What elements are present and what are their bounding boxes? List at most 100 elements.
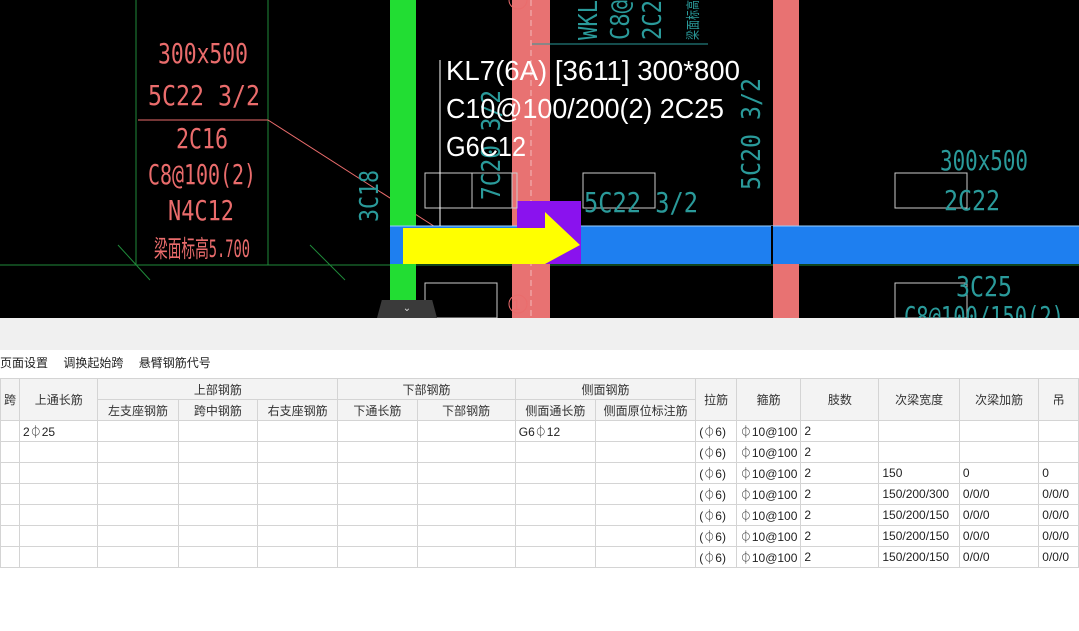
secondary-add-cell[interactable]: 0/0/0	[958, 525, 1040, 547]
hanger-cell[interactable]	[1038, 420, 1079, 442]
right-support-cell[interactable]	[257, 483, 339, 505]
left-support-cell[interactable]	[97, 441, 179, 463]
mid-span-cell[interactable]	[177, 420, 259, 442]
top-long-cell[interactable]	[19, 504, 99, 526]
stirrup-cell[interactable]: ⏀10@100	[735, 441, 802, 463]
left-support-cell[interactable]	[97, 546, 179, 568]
table-row[interactable]: (⏀6) ⏀10@100 2	[0, 441, 1079, 463]
top-long-cell[interactable]	[19, 483, 99, 505]
right-support-cell[interactable]	[257, 420, 339, 442]
table-row[interactable]: (⏀6) ⏀10@100 2 150/200/150 0/0/0 0/0/0	[0, 525, 1079, 547]
left-support-cell[interactable]	[97, 420, 179, 442]
right-support-cell[interactable]	[257, 441, 339, 463]
side-orig-cell[interactable]	[594, 483, 697, 505]
col-header-mid-span[interactable]: 跨中钢筋	[177, 399, 259, 421]
secondary-width-cell[interactable]: 150/200/150	[878, 504, 960, 526]
legs-cell[interactable]: 2	[800, 441, 880, 463]
mid-span-cell[interactable]	[177, 546, 259, 568]
tie-cell[interactable]: (⏀6)	[695, 483, 737, 505]
side-long-cell[interactable]	[514, 483, 596, 505]
col-header-span[interactable]: 跨	[0, 378, 21, 421]
cad-drawing-canvas[interactable]: 1 300x500 5C22 3/2 2C16 C8@100(2) N4C12 …	[0, 0, 1079, 318]
bottom-bars-cell[interactable]	[416, 525, 516, 547]
legs-cell[interactable]: 2	[800, 420, 880, 442]
side-long-cell[interactable]: G6⏀12	[514, 420, 596, 442]
hanger-cell[interactable]: 0	[1038, 462, 1079, 484]
hanger-cell[interactable]	[1038, 441, 1079, 463]
mid-span-cell[interactable]	[177, 525, 259, 547]
left-support-cell[interactable]	[97, 504, 179, 526]
bottom-long-cell[interactable]	[337, 462, 418, 484]
bottom-long-cell[interactable]	[337, 525, 418, 547]
span-cell[interactable]	[0, 525, 21, 547]
mid-span-cell[interactable]	[177, 504, 259, 526]
col-header-secondary-width[interactable]: 次梁宽度	[878, 378, 960, 421]
col-header-right-support[interactable]: 右支座钢筋	[257, 399, 339, 421]
top-long-cell[interactable]	[19, 525, 99, 547]
legs-cell[interactable]: 2	[800, 462, 880, 484]
secondary-add-cell[interactable]	[958, 420, 1040, 442]
side-long-cell[interactable]	[514, 546, 596, 568]
hanger-cell[interactable]: 0/0/0	[1038, 525, 1079, 547]
col-header-tie[interactable]: 拉筋	[695, 378, 737, 421]
stirrup-cell[interactable]: ⏀10@100	[735, 504, 802, 526]
top-long-cell[interactable]	[19, 546, 99, 568]
span-cell[interactable]	[0, 504, 21, 526]
right-support-cell[interactable]	[257, 525, 339, 547]
col-header-top-long[interactable]: 上通长筋	[19, 378, 99, 421]
secondary-width-cell[interactable]: 150/200/300	[878, 483, 960, 505]
legs-cell[interactable]: 2	[800, 483, 880, 505]
table-row[interactable]: (⏀6) ⏀10@100 2 150 0 0	[0, 462, 1079, 484]
secondary-width-cell[interactable]	[878, 441, 960, 463]
hanger-cell[interactable]: 0/0/0	[1038, 504, 1079, 526]
bottom-long-cell[interactable]	[337, 546, 418, 568]
top-long-cell[interactable]	[19, 441, 99, 463]
side-orig-cell[interactable]	[594, 420, 697, 442]
tie-cell[interactable]: (⏀6)	[695, 546, 737, 568]
panel-collapse-toggle[interactable]: ⌄	[377, 300, 437, 318]
tie-cell[interactable]: (⏀6)	[695, 462, 737, 484]
hanger-cell[interactable]: 0/0/0	[1038, 483, 1079, 505]
secondary-width-cell[interactable]: 150/200/150	[878, 525, 960, 547]
bottom-long-cell[interactable]	[337, 504, 418, 526]
side-orig-cell[interactable]	[594, 546, 697, 568]
secondary-add-cell[interactable]: 0/0/0	[958, 483, 1040, 505]
stirrup-cell[interactable]: ⏀10@100	[735, 525, 802, 547]
mid-span-cell[interactable]	[177, 483, 259, 505]
bottom-bars-cell[interactable]	[416, 441, 516, 463]
col-header-stirrup[interactable]: 箍筋	[735, 378, 802, 421]
secondary-width-cell[interactable]: 150	[878, 462, 960, 484]
bottom-bars-cell[interactable]	[416, 483, 516, 505]
bottom-long-cell[interactable]	[337, 483, 418, 505]
right-support-cell[interactable]	[257, 462, 339, 484]
legs-cell[interactable]: 2	[800, 504, 880, 526]
secondary-add-cell[interactable]: 0	[958, 462, 1040, 484]
tie-cell[interactable]: (⏀6)	[695, 420, 737, 442]
col-header-hanger[interactable]: 吊	[1038, 378, 1079, 421]
left-support-cell[interactable]	[97, 525, 179, 547]
side-orig-cell[interactable]	[594, 504, 697, 526]
left-support-cell[interactable]	[97, 483, 179, 505]
right-support-cell[interactable]	[257, 504, 339, 526]
tie-cell[interactable]: (⏀6)	[695, 504, 737, 526]
col-header-side-long[interactable]: 侧面通长筋	[514, 399, 596, 421]
mid-span-cell[interactable]	[177, 462, 259, 484]
span-cell[interactable]	[0, 420, 21, 442]
table-row[interactable]: (⏀6) ⏀10@100 2 150/200/150 0/0/0 0/0/0	[0, 546, 1079, 568]
page-settings-button[interactable]: 页面设置	[0, 356, 48, 370]
top-long-cell[interactable]	[19, 462, 99, 484]
mid-span-cell[interactable]	[177, 441, 259, 463]
legs-cell[interactable]: 2	[800, 546, 880, 568]
span-cell[interactable]	[0, 546, 21, 568]
col-header-bottom-long[interactable]: 下通长筋	[337, 399, 418, 421]
col-header-left-support[interactable]: 左支座钢筋	[97, 399, 179, 421]
swap-start-span-button[interactable]: 调换起始跨	[63, 356, 123, 370]
side-long-cell[interactable]	[514, 441, 596, 463]
stirrup-cell[interactable]: ⏀10@100	[735, 546, 802, 568]
side-orig-cell[interactable]	[594, 441, 697, 463]
stirrup-cell[interactable]: ⏀10@100	[735, 420, 802, 442]
side-long-cell[interactable]	[514, 525, 596, 547]
col-header-bottom-bars[interactable]: 下部钢筋	[416, 399, 516, 421]
side-long-cell[interactable]	[514, 462, 596, 484]
table-row[interactable]: (⏀6) ⏀10@100 2 150/200/300 0/0/0 0/0/0	[0, 483, 1079, 505]
